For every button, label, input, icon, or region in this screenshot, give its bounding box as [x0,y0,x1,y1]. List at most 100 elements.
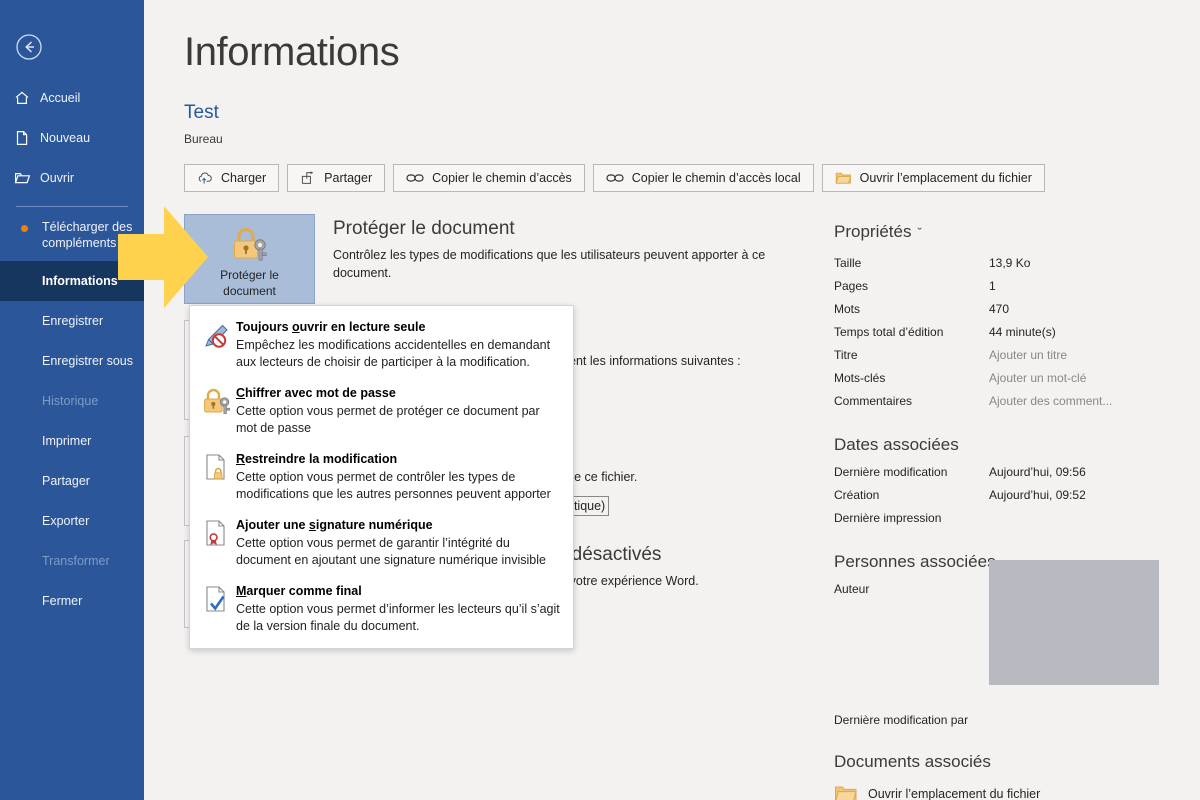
sidebar-item-label: Historique [42,394,99,408]
property-value-titre-input[interactable]: Ajouter un titre [989,344,1194,367]
menu-item-restreindre-la-modification[interactable]: Restreindre la modification Cette option… [190,444,573,510]
sidebar-item-label: Télécharger des compléments [42,220,133,250]
document-command-bar: Charger Partager Copier le chemin d’accè… [184,164,1045,192]
property-key: Création [834,488,880,502]
menu-item-marquer-comme-final[interactable]: Marquer comme final Cette option vous pe… [190,576,573,642]
ouvrir-emplacement-fichier-link[interactable]: Ouvrir l’emplacement du fichier [834,784,1194,800]
ouvrir-emplacement-fichier-button[interactable]: Ouvrir l’emplacement du fichier [821,164,1045,192]
back-button[interactable] [12,30,46,64]
property-value: 13,9 Ko [989,256,1031,270]
sidebar-item-label: Ouvrir [40,171,75,185]
sidebar-item-fermer[interactable]: Fermer [0,581,144,621]
section-proteger-document: Protéger le document Protéger le documen… [184,214,844,304]
sidebar-item-label: Enregistrer sous [42,354,134,368]
properties-table: Taille 13,9 Ko Pages 1 Mots 470 Temps to… [834,252,1194,413]
sidebar-item-label: Exporter [42,514,90,528]
document-signature-icon [198,516,236,569]
new-document-icon [14,130,38,146]
menu-item-description: Empêchez les modifications accidentelles… [236,338,551,369]
property-value: Aujourd’hui, 09:56 [989,465,1086,479]
section-description: Contrôlez les types de modifications que… [333,248,766,280]
copier-chemin-acces-local-button[interactable]: Copier le chemin d’accès local [592,164,814,192]
sidebar-item-historique: Historique [0,381,144,421]
page-title: Informations [184,30,400,74]
property-key: Pages [834,279,869,293]
table-row: Création Aujourd’hui, 09:52 [834,484,1194,507]
menu-item-toujours-ouvrir-lecture-seule[interactable]: Toujours ouvrir en lecture seule Empêche… [190,312,573,378]
property-key: Dernière modification [834,465,948,479]
word-backstage-info-screen: Test - Word Accueil [0,0,1200,800]
menu-item-title: Toujours ouvrir en lecture seule [236,320,426,334]
sidebar-item-partager[interactable]: Partager [0,461,144,501]
folder-icon [835,786,857,800]
menu-item-description: Cette option vous permet de garantir l’i… [236,536,546,567]
sidebar-item-enregistrer[interactable]: Enregistrer [0,301,144,341]
sidebar-item-exporter[interactable]: Exporter [0,501,144,541]
menu-item-chiffrer-avec-mot-de-passe[interactable]: Chiffrer avec mot de passe Cette option … [190,378,573,444]
property-value: 470 [989,302,1010,316]
document-name: Test [184,102,219,123]
property-key: Titre [834,348,858,362]
menu-item-text: Ajouter une signature numérique Cette op… [236,516,563,569]
property-value [989,507,1194,530]
sidebar-item-label: Nouveau [40,131,91,145]
sidebar-nav: Accueil Nouveau Ouvrir Télécharger des c… [0,78,144,621]
table-row: Mots 470 [834,298,1194,321]
sidebar-item-ouvrir[interactable]: Ouvrir [0,158,144,198]
property-key: Temps total d’édition [834,325,944,339]
menu-item-text: Chiffrer avec mot de passe Cette option … [236,384,563,437]
sidebar-item-nouveau[interactable]: Nouveau [0,118,144,158]
proteger-document-menu: Toujours ouvrir en lecture seule Empêche… [189,305,574,649]
table-row: Pages 1 [834,275,1194,298]
sidebar-divider [16,206,128,207]
sidebar-item-accueil[interactable]: Accueil [0,78,144,118]
lock-key-icon [233,228,267,261]
table-row: Dernière modification par [834,709,1194,732]
menu-item-title: Chiffrer avec mot de passe [236,386,396,400]
property-key: Commentaires [834,394,913,408]
sidebar-item-enregistrer-sous[interactable]: Enregistrer sous [0,341,144,381]
sidebar-item-imprimer[interactable]: Imprimer [0,421,144,461]
menu-item-text: Restreindre la modification Cette option… [236,450,563,503]
folder-icon [835,172,851,184]
lock-key-icon [198,384,236,437]
share-icon [302,171,314,184]
sidebar-item-label: Informations [42,274,118,288]
proteger-document-tile[interactable]: Protéger le document [184,214,315,304]
backstage-sidebar: Accueil Nouveau Ouvrir Télécharger des c… [0,0,144,800]
menu-item-text: Toujours ouvrir en lecture seule Empêche… [236,318,563,371]
table-row: Titre Ajouter un titre [834,344,1194,367]
section-text: Protéger le document Contrôlez les types… [333,214,844,304]
sidebar-item-informations[interactable]: Informations [0,261,144,301]
property-value-motscles-input[interactable]: Ajouter un mot-clé [989,367,1194,390]
documents-header: Documents associés [834,752,991,771]
copier-chemin-acces-button[interactable]: Copier le chemin d’accès [393,164,585,192]
sidebar-item-telecharger-complements[interactable]: Télécharger des compléments [0,215,144,261]
link-icon [406,174,424,182]
menu-item-description: Cette option vous permet de protéger ce … [236,404,540,435]
properties-header[interactable]: Propriétés ˇ [834,222,1194,242]
document-path: Bureau [184,132,223,146]
property-value [989,709,1194,732]
dates-table: Dernière modification Aujourd’hui, 09:56… [834,461,1194,530]
table-row: Dernière modification Aujourd’hui, 09:56 [834,461,1194,484]
property-key: Mots [834,302,861,316]
properties-header-label: Propriétés [834,222,912,241]
people-table: Auteur Dernière modification par [834,560,1194,732]
open-folder-icon [14,170,38,186]
menu-item-ajouter-signature-numerique[interactable]: Ajouter une signature numérique Cette op… [190,510,573,576]
charger-button[interactable]: Charger [184,164,280,192]
dot-badge-icon [21,225,28,232]
menu-item-title: Ajouter une signature numérique [236,518,433,532]
partager-button[interactable]: Partager [287,164,386,192]
sidebar-item-label: Imprimer [42,434,92,448]
property-value-commentaires-input[interactable]: Ajouter des comment... [989,390,1194,413]
redacted-author-area [989,560,1159,685]
chevron-down-icon: ˇ [917,224,922,240]
menu-item-title: Restreindre la modification [236,452,398,466]
home-icon [14,90,38,106]
property-key: Taille [834,256,862,270]
link-label: Ouvrir l’emplacement du fichier [868,787,1041,800]
property-value: 1 [989,279,996,293]
table-row: Mots-clés Ajouter un mot-clé [834,367,1194,390]
